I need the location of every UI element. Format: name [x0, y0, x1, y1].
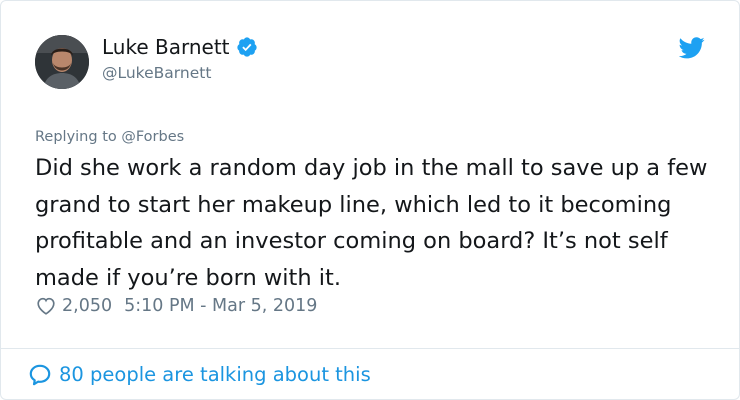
- embedded-tweet-card: Luke Barnett @LukeBarnett Replying to @F…: [0, 0, 740, 400]
- replying-to-link[interactable]: @Forbes: [121, 129, 184, 145]
- heart-icon[interactable]: [35, 295, 57, 317]
- conversation-text[interactable]: 80 people are talking about this: [59, 363, 371, 387]
- author-handle[interactable]: @LukeBarnett: [102, 63, 211, 83]
- author-name-row[interactable]: Luke Barnett: [102, 35, 258, 59]
- verified-badge-icon: [236, 37, 257, 57]
- tweet-meta: 2,050 5:10 PM - Mar 5, 2019: [35, 294, 317, 318]
- twitter-bird-icon[interactable]: [679, 37, 705, 59]
- divider: [1, 348, 739, 349]
- replying-to: Replying to @Forbes: [35, 127, 184, 147]
- tweet-text: Did she work a random day job in the mal…: [35, 155, 708, 291]
- speech-bubble-icon: [29, 364, 51, 386]
- replying-prefix: Replying to: [35, 129, 117, 145]
- tweet-timestamp[interactable]: 5:10 PM - Mar 5, 2019: [124, 294, 317, 318]
- author-name[interactable]: Luke Barnett: [102, 35, 230, 59]
- conversation-link[interactable]: 80 people are talking about this: [27, 362, 371, 388]
- avatar[interactable]: [35, 35, 89, 89]
- avatar-photo: [35, 35, 89, 89]
- like-count[interactable]: 2,050: [62, 294, 112, 318]
